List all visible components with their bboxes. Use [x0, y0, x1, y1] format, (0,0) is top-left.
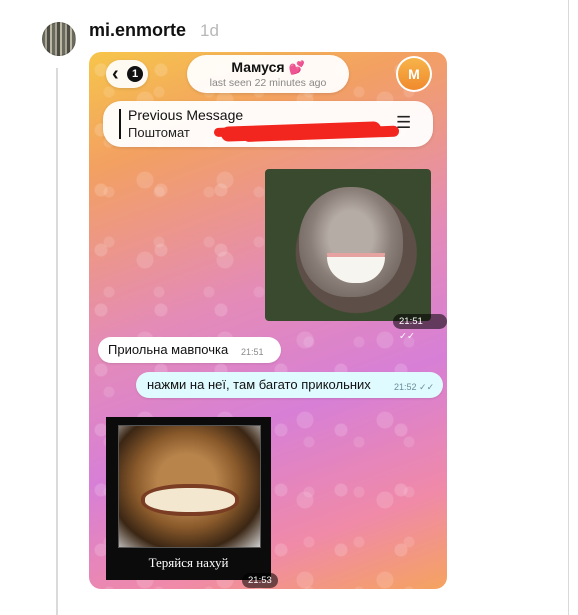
user-avatar[interactable]	[42, 22, 76, 56]
read-check-icon: ✓✓	[419, 382, 435, 392]
monkey-photo-message[interactable]	[265, 169, 431, 321]
sticker-message[interactable]: Теряйся нахуй	[106, 417, 271, 580]
message-time: 21:52 ✓✓	[394, 374, 434, 400]
message-time-text: 21:51	[399, 316, 423, 327]
sticker-caption: Теряйся нахуй	[148, 555, 229, 570]
chevron-left-icon: ‹	[112, 63, 119, 85]
read-check-icon: ✓✓	[399, 331, 415, 342]
message-text: нажми на неї, там багато прикольних	[147, 377, 371, 392]
redaction-scribble	[220, 121, 382, 142]
outgoing-message[interactable]: нажми на неї, там багато прикольних 21:5…	[136, 372, 443, 398]
pinned-message-bar[interactable]: Previous Message Поштомат ☰	[103, 101, 433, 147]
contact-avatar[interactable]: M	[396, 56, 432, 92]
thread-line	[56, 68, 58, 615]
column-divider	[568, 0, 569, 615]
chat-title-text: Мамуся	[231, 59, 285, 75]
unread-badge: 1	[127, 66, 143, 82]
post-username[interactable]: mi.enmorte	[89, 20, 186, 41]
heart-emoji: 💕	[288, 60, 305, 75]
message-time: 21:53	[242, 573, 278, 588]
pin-list-icon[interactable]: ☰	[396, 113, 411, 133]
page-left-gutter	[0, 0, 28, 615]
back-button[interactable]: ‹ 1	[106, 60, 148, 88]
chimp-image	[118, 425, 261, 548]
chat-screenshot[interactable]: ‹ 1 Мамуся 💕 last seen 22 minutes ago M …	[89, 52, 447, 589]
contact-initial: M	[398, 58, 430, 90]
pinned-title: Previous Message	[128, 107, 244, 123]
pinned-indicator	[119, 109, 121, 139]
chat-header[interactable]: Мамуся 💕 last seen 22 minutes ago	[187, 55, 349, 93]
post-age: 1d	[200, 21, 219, 40]
incoming-message[interactable]: Приольна мавпочка 21:51	[98, 337, 281, 363]
pinned-text: Поштомат	[128, 125, 190, 140]
message-time-text: 21:52	[394, 382, 417, 392]
last-seen-status: last seen 22 minutes ago	[209, 77, 327, 89]
chat-title: Мамуся 💕	[187, 59, 349, 76]
message-text: Приольна мавпочка	[108, 342, 229, 357]
message-time: 21:51	[241, 347, 264, 357]
chimp-teeth	[145, 488, 235, 512]
message-time: 21:51 ✓✓	[393, 314, 447, 342]
